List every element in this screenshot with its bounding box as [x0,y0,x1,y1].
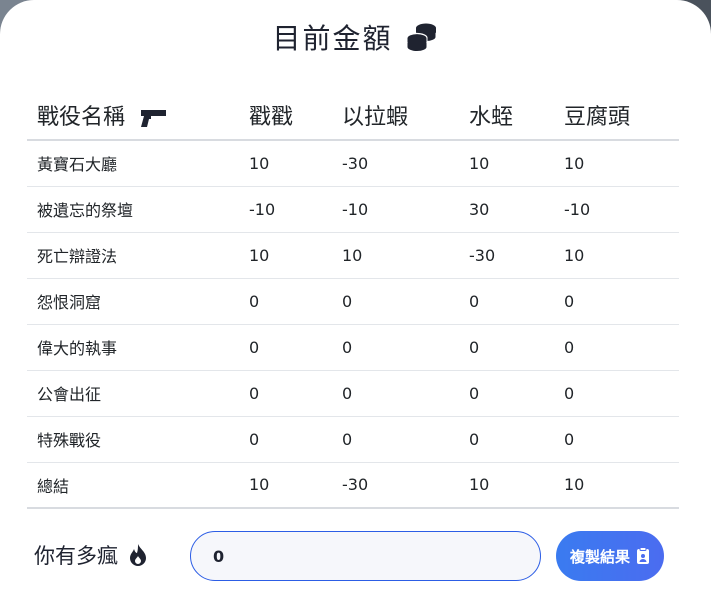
coins-icon [405,20,439,54]
cell-value: 0 [332,416,459,463]
column-header-player-4: 豆腐頭 [554,90,679,141]
summary-label: 總結 [27,462,239,509]
summary-value: 10 [554,462,679,509]
table-row: 死亡辯證法 10 10 -30 10 [27,232,679,279]
cell-value: 30 [459,186,554,233]
cell-value: -10 [332,186,459,233]
footer-row: 你有多瘋 複製結果 [0,530,711,582]
cell-value: 0 [332,370,459,417]
table-row: 黃寶石大廳 10 -30 10 10 [27,140,679,187]
summary-value: 10 [459,462,554,509]
title-row: 目前金額 [0,15,711,59]
column-header-label: 戰役名稱 [37,104,126,130]
column-header-player-3: 水蛭 [459,90,554,141]
cell-value: 10 [239,232,332,279]
cell-value: 10 [554,140,679,187]
campaign-name: 特殊戰役 [27,416,239,463]
campaign-name: 偉大的執事 [27,324,239,371]
clipboard-icon [636,547,650,565]
copy-result-button[interactable]: 複製結果 [556,531,664,581]
table-row: 特殊戰役 0 0 0 0 [27,416,679,463]
cell-value: 10 [554,232,679,279]
cell-value: 0 [459,278,554,325]
gun-icon [140,108,168,128]
column-header-player-1: 戳戳 [239,90,332,141]
cell-value: 0 [239,416,332,463]
summary-value: 10 [239,462,332,509]
column-header-player-2: 以拉蝦 [332,90,459,141]
column-header-campaign: 戰役名稱 [27,90,239,141]
cell-value: 0 [332,278,459,325]
summary-row: 總結 10 -30 10 10 [27,462,679,509]
campaign-name: 黃寶石大廳 [27,140,239,187]
cell-value: -10 [554,186,679,233]
cell-value: 0 [554,324,679,371]
campaign-name: 怨恨洞窟 [27,278,239,325]
table-row: 怨恨洞窟 0 0 0 0 [27,278,679,325]
table-row: 公會出征 0 0 0 0 [27,370,679,417]
cell-value: 0 [239,278,332,325]
table-header-row: 戰役名稱 戳戳 以拉蝦 水蛭 豆腐頭 [27,90,679,141]
cell-value: 10 [459,140,554,187]
cell-value: -30 [459,232,554,279]
page-title: 目前金額 [272,22,393,55]
table-row: 偉大的執事 0 0 0 0 [27,324,679,371]
table-row: 被遺忘的祭壇 -10 -10 30 -10 [27,186,679,233]
cell-value: 0 [554,416,679,463]
cell-value: 0 [554,278,679,325]
cell-value: 0 [332,324,459,371]
cell-value: 0 [239,324,332,371]
cell-value: 0 [554,370,679,417]
campaign-table: 戰役名稱 戳戳 以拉蝦 水蛭 豆腐頭 黃寶石大廳 10 -30 10 10 被遺… [27,90,679,509]
cell-value: 0 [239,370,332,417]
campaign-name: 被遺忘的祭壇 [27,186,239,233]
crazy-input[interactable] [190,531,541,581]
campaign-name: 死亡辯證法 [27,232,239,279]
cell-value: -10 [239,186,332,233]
cell-value: 0 [459,370,554,417]
fire-icon [128,543,148,567]
cell-value: 0 [459,416,554,463]
cell-value: -30 [332,140,459,187]
crazy-label-group: 你有多瘋 [34,540,148,570]
summary-value: -30 [332,462,459,509]
cell-value: 10 [239,140,332,187]
crazy-label: 你有多瘋 [34,544,118,568]
copy-button-label: 複製結果 [569,547,630,566]
cell-value: 10 [332,232,459,279]
cell-value: 0 [459,324,554,371]
campaign-name: 公會出征 [27,370,239,417]
money-card: 目前金額 戰役名稱 戳戳 以拉蝦 水蛭 豆腐頭 黃寶石大廳 10 -30 10 … [0,0,711,592]
